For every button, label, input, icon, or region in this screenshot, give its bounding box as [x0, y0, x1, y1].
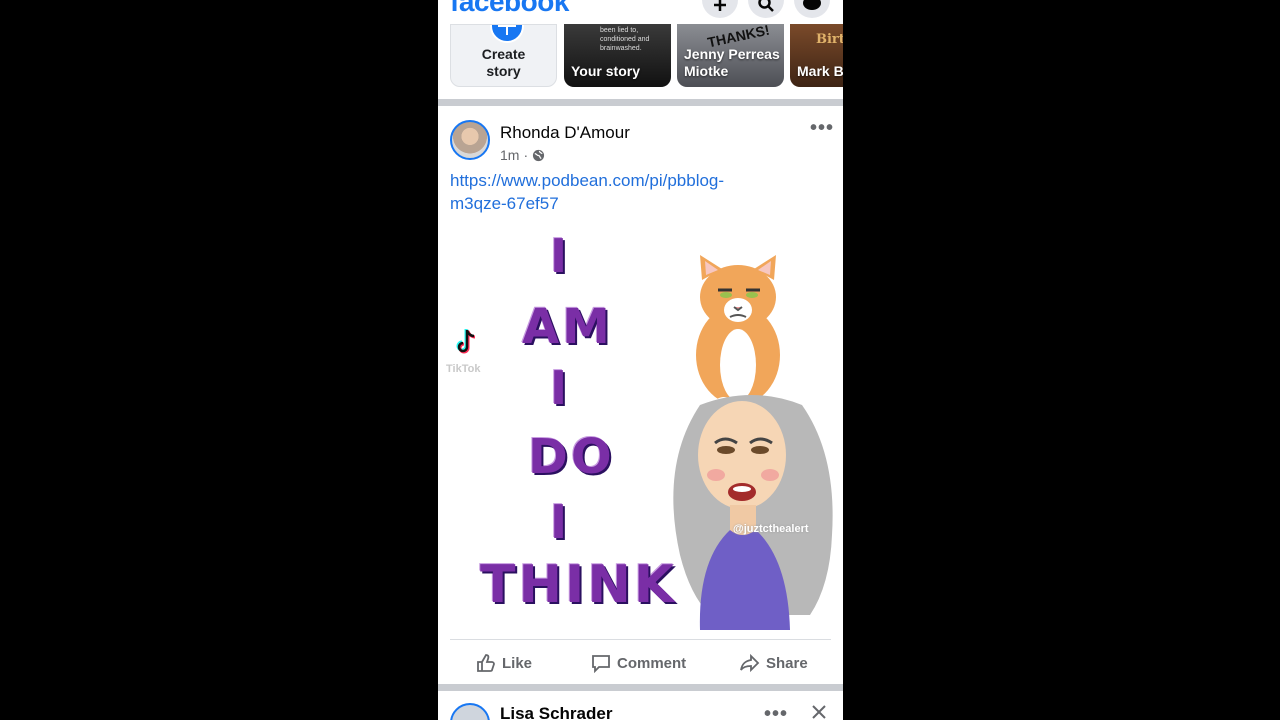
- app-header: facebook: [438, 0, 843, 24]
- media-word: I: [550, 495, 571, 549]
- tiktok-handle-watermark: @juztcthealert: [733, 523, 809, 535]
- stories-tray: Create story been lied to, conditioned a…: [438, 24, 843, 99]
- story-snippet: Birth: [816, 32, 843, 47]
- facebook-logo[interactable]: facebook: [450, 0, 569, 18]
- story-label: Mark B: [797, 63, 843, 79]
- add-icon: [714, 0, 726, 11]
- share-icon: [740, 653, 760, 673]
- story-card-jenny[interactable]: THANKS! Jenny Perreas Miotke: [677, 24, 784, 87]
- share-button[interactable]: Share: [740, 651, 808, 675]
- post-author[interactable]: Lisa Schrader: [500, 704, 612, 720]
- cat-woman-illustration: [673, 255, 833, 630]
- post-time[interactable]: 1m: [500, 147, 519, 163]
- more-options-icon[interactable]: •••: [810, 118, 834, 138]
- tiktok-watermark: TikTok: [446, 363, 481, 375]
- feed-post: Rhonda D'Amour 1m · ••• https://www.podb…: [438, 107, 843, 684]
- comment-icon: [592, 655, 610, 673]
- post-meta: 1m ·: [500, 147, 545, 163]
- messenger-button[interactable]: [794, 0, 830, 18]
- next-feed-post: Lisa Schrader •••: [438, 691, 843, 720]
- close-icon[interactable]: [812, 705, 826, 719]
- section-divider: [438, 99, 843, 106]
- create-story-card[interactable]: Create story: [450, 24, 557, 87]
- story-label: Your story: [571, 63, 640, 79]
- comment-button[interactable]: Comment: [591, 651, 686, 675]
- story-card-mark[interactable]: Birth Mark B: [790, 24, 843, 87]
- messenger-icon: [803, 0, 821, 10]
- create-story-label: Create story: [481, 46, 526, 79]
- media-word: DO: [528, 429, 615, 485]
- add-button[interactable]: [702, 0, 738, 18]
- search-icon: [758, 0, 774, 12]
- plus-icon: [490, 25, 524, 43]
- story-label: Jenny Perreas Miotke: [684, 46, 780, 79]
- avatar[interactable]: [450, 703, 490, 720]
- search-button[interactable]: [748, 0, 784, 18]
- more-options-icon[interactable]: •••: [764, 704, 788, 720]
- meta-dot: ·: [523, 147, 529, 163]
- post-author[interactable]: Rhonda D'Amour: [500, 123, 630, 143]
- post-media[interactable]: TikTok I AM I DO I THINK @juztcthealert: [438, 225, 843, 630]
- media-word: AM: [522, 299, 613, 355]
- media-word: I: [550, 361, 571, 415]
- media-word: I: [550, 229, 571, 283]
- story-snippet: been lied to, conditioned and brainwashe…: [600, 27, 650, 52]
- thumbs-up-icon: [477, 654, 495, 672]
- post-link[interactable]: https://www.podbean.com/pi/pbblog-m3qze-…: [450, 169, 780, 215]
- story-card-your-story[interactable]: been lied to, conditioned and brainwashe…: [564, 24, 671, 87]
- media-word: THINK: [480, 555, 678, 615]
- actions-divider: [450, 639, 831, 640]
- section-divider: [438, 684, 843, 691]
- globe-icon: [533, 149, 545, 161]
- share-label: Share: [766, 654, 808, 672]
- like-button[interactable]: Like: [476, 651, 532, 675]
- avatar[interactable]: [450, 120, 490, 160]
- tiktok-icon: [456, 329, 476, 354]
- phone-screen: facebook Create story been lied to, cond…: [438, 0, 843, 720]
- comment-label: Comment: [617, 654, 687, 672]
- like-label: Like: [502, 654, 533, 672]
